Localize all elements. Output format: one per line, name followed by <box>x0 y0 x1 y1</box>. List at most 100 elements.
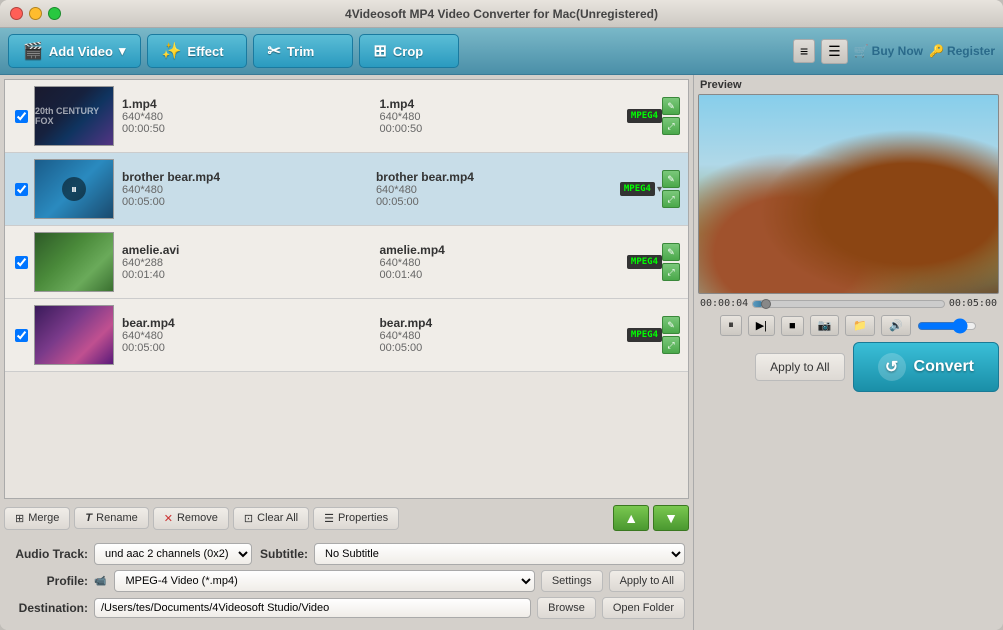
destination-input[interactable] <box>94 598 531 618</box>
detail-view-button[interactable]: ☰ <box>821 39 848 64</box>
bottom-controls: Audio Track: und aac 2 channels (0x2) Su… <box>0 537 693 630</box>
remove-button[interactable]: ✕ Remove <box>153 507 229 530</box>
browse-button[interactable]: Browse <box>537 597 596 619</box>
destination-row: Destination: Browse Open Folder <box>8 597 685 619</box>
row-3-edit-button[interactable]: ✎ <box>662 243 680 261</box>
move-down-button[interactable]: ▼ <box>653 505 689 531</box>
crop-label: Crop <box>393 44 423 59</box>
merge-button[interactable]: ⊞ Merge <box>4 507 70 530</box>
stop-button[interactable]: ■ <box>781 316 804 336</box>
properties-button[interactable]: ☰ Properties <box>313 507 399 530</box>
row-1-actions: ✎ ⤢ <box>662 97 680 135</box>
row-2-checkbox[interactable] <box>15 183 28 196</box>
apply-to-all-button[interactable]: Apply to All <box>609 570 685 592</box>
open-folder-button[interactable]: Open Folder <box>602 597 685 619</box>
list-view-button[interactable]: ≡ <box>793 39 815 63</box>
row-3-format: MPEG4 <box>627 255 662 269</box>
row-4-output-name: bear.mp4 <box>379 316 626 330</box>
row-1-output-res: 640*480 <box>379 111 626 123</box>
volume-slider[interactable] <box>917 318 977 334</box>
row-1-output-info: 1.mp4 640*480 00:00:50 <box>369 97 626 135</box>
buy-icon: 🛒 <box>854 44 869 58</box>
remove-label: Remove <box>177 512 218 524</box>
file-list: 20th CENTURY FOX 1.mp4 640*480 00:00:50 … <box>4 79 689 499</box>
subtitle-select[interactable]: No Subtitle <box>314 543 685 565</box>
row-1-resize-button[interactable]: ⤢ <box>662 117 680 135</box>
preview-bear-background <box>699 95 998 293</box>
title-bar: 4Videosoft MP4 Video Converter for Mac(U… <box>0 0 1003 28</box>
row-1-output-duration: 00:00:50 <box>379 123 626 135</box>
row-2-source-info: brother bear.mp4 640*480 00:05:00 <box>122 170 366 208</box>
rename-label: Rename <box>96 512 138 524</box>
clear-all-label: Clear All <box>257 512 298 524</box>
table-row[interactable]: 20th CENTURY FOX 1.mp4 640*480 00:00:50 … <box>5 80 688 153</box>
move-up-button[interactable]: ▲ <box>613 505 649 531</box>
row-2-output-name: brother bear.mp4 <box>376 170 620 184</box>
crop-button[interactable]: ⊞ Crop <box>359 34 459 68</box>
row-2-source-res: 640*480 <box>122 184 366 196</box>
minimize-button[interactable] <box>29 7 42 20</box>
subtitle-label: Subtitle: <box>258 547 308 561</box>
effect-label: Effect <box>187 44 223 59</box>
row-2-source-duration: 00:05:00 <box>122 196 366 208</box>
row-4-output-info: bear.mp4 640*480 00:05:00 <box>369 316 626 354</box>
settings-button[interactable]: Settings <box>541 570 603 592</box>
convert-section: Apply to All ↺ Convert <box>698 342 999 392</box>
screenshot-button[interactable]: 📷 <box>810 315 840 336</box>
preview-progress-handle[interactable] <box>761 299 771 309</box>
profile-select[interactable]: MPEG-4 Video (*.mp4) <box>114 570 534 592</box>
table-row[interactable]: ⏸ brother bear.mp4 640*480 00:05:00 brot… <box>5 153 688 226</box>
row-4-format: MPEG4 <box>627 328 662 342</box>
crop-icon: ⊞ <box>374 41 387 61</box>
row-2-resize-button[interactable]: ⤢ <box>662 190 680 208</box>
row-3-checkbox[interactable] <box>15 256 28 269</box>
trim-button[interactable]: ✂ Trim <box>253 34 353 68</box>
row-4-resize-button[interactable]: ⤢ <box>662 336 680 354</box>
row-2-edit-button[interactable]: ✎ <box>662 170 680 188</box>
row-3-source-duration: 00:01:40 <box>122 269 369 281</box>
close-button[interactable] <box>10 7 23 20</box>
row-3-output-info: amelie.mp4 640*480 00:01:40 <box>369 243 626 281</box>
row-2-output-res: 640*480 <box>376 184 620 196</box>
register-button[interactable]: 🔑 Register <box>929 44 995 58</box>
row-1-edit-button[interactable]: ✎ <box>662 97 680 115</box>
apply-to-all-convert-button[interactable]: Apply to All <box>755 353 844 381</box>
row-1-checkbox[interactable] <box>15 110 28 123</box>
row-4-thumbnail <box>34 305 114 365</box>
row-2-thumbnail: ⏸ <box>34 159 114 219</box>
table-row[interactable]: bear.mp4 640*480 00:05:00 bear.mp4 640*4… <box>5 299 688 372</box>
row-1-source-name: 1.mp4 <box>122 97 369 111</box>
volume-button[interactable]: 🔊 <box>881 315 911 336</box>
pause-button[interactable]: ⏸ <box>720 315 742 336</box>
rename-button[interactable]: T Rename <box>74 507 148 529</box>
clear-icon: ⊡ <box>244 512 253 525</box>
row-4-checkbox[interactable] <box>15 329 28 342</box>
buy-now-button[interactable]: 🛒 Buy Now <box>854 44 923 58</box>
row-3-source-name: amelie.avi <box>122 243 369 257</box>
row-1-source-res: 640*480 <box>122 111 369 123</box>
add-video-button[interactable]: 🎬 Add Video ▾ <box>8 34 141 68</box>
toolbar: 🎬 Add Video ▾ ✨ Effect ✂ Trim ⊞ Crop ≡ ☰… <box>0 28 1003 75</box>
table-row[interactable]: amelie.avi 640*288 00:01:40 amelie.mp4 6… <box>5 226 688 299</box>
preview-progress-bar[interactable] <box>752 300 945 308</box>
row-3-output-name: amelie.mp4 <box>379 243 626 257</box>
convert-button[interactable]: ↺ Convert <box>853 342 999 392</box>
row-3-resize-button[interactable]: ⤢ <box>662 263 680 281</box>
maximize-button[interactable] <box>48 7 61 20</box>
step-forward-button[interactable]: ▶| <box>748 315 775 336</box>
audio-track-select[interactable]: und aac 2 channels (0x2) <box>94 543 252 565</box>
open-media-button[interactable]: 📁 <box>845 315 875 336</box>
audio-track-row: Audio Track: und aac 2 channels (0x2) Su… <box>8 543 685 565</box>
player-controls: ⏸ ▶| ■ 📷 📁 🔊 <box>698 313 999 338</box>
main-window: 4Videosoft MP4 Video Converter for Mac(U… <box>0 0 1003 630</box>
trim-label: Trim <box>287 44 314 59</box>
clear-all-button[interactable]: ⊡ Clear All <box>233 507 309 530</box>
main-content: 20th CENTURY FOX 1.mp4 640*480 00:00:50 … <box>0 75 1003 630</box>
effect-button[interactable]: ✨ Effect <box>147 34 247 68</box>
convert-label: Convert <box>914 358 974 376</box>
row-4-edit-button[interactable]: ✎ <box>662 316 680 334</box>
row-3-output-duration: 00:01:40 <box>379 269 626 281</box>
properties-icon: ☰ <box>324 512 334 525</box>
row-2-output-duration: 00:05:00 <box>376 196 620 208</box>
row-2-output-info: brother bear.mp4 640*480 00:05:00 <box>366 170 620 208</box>
